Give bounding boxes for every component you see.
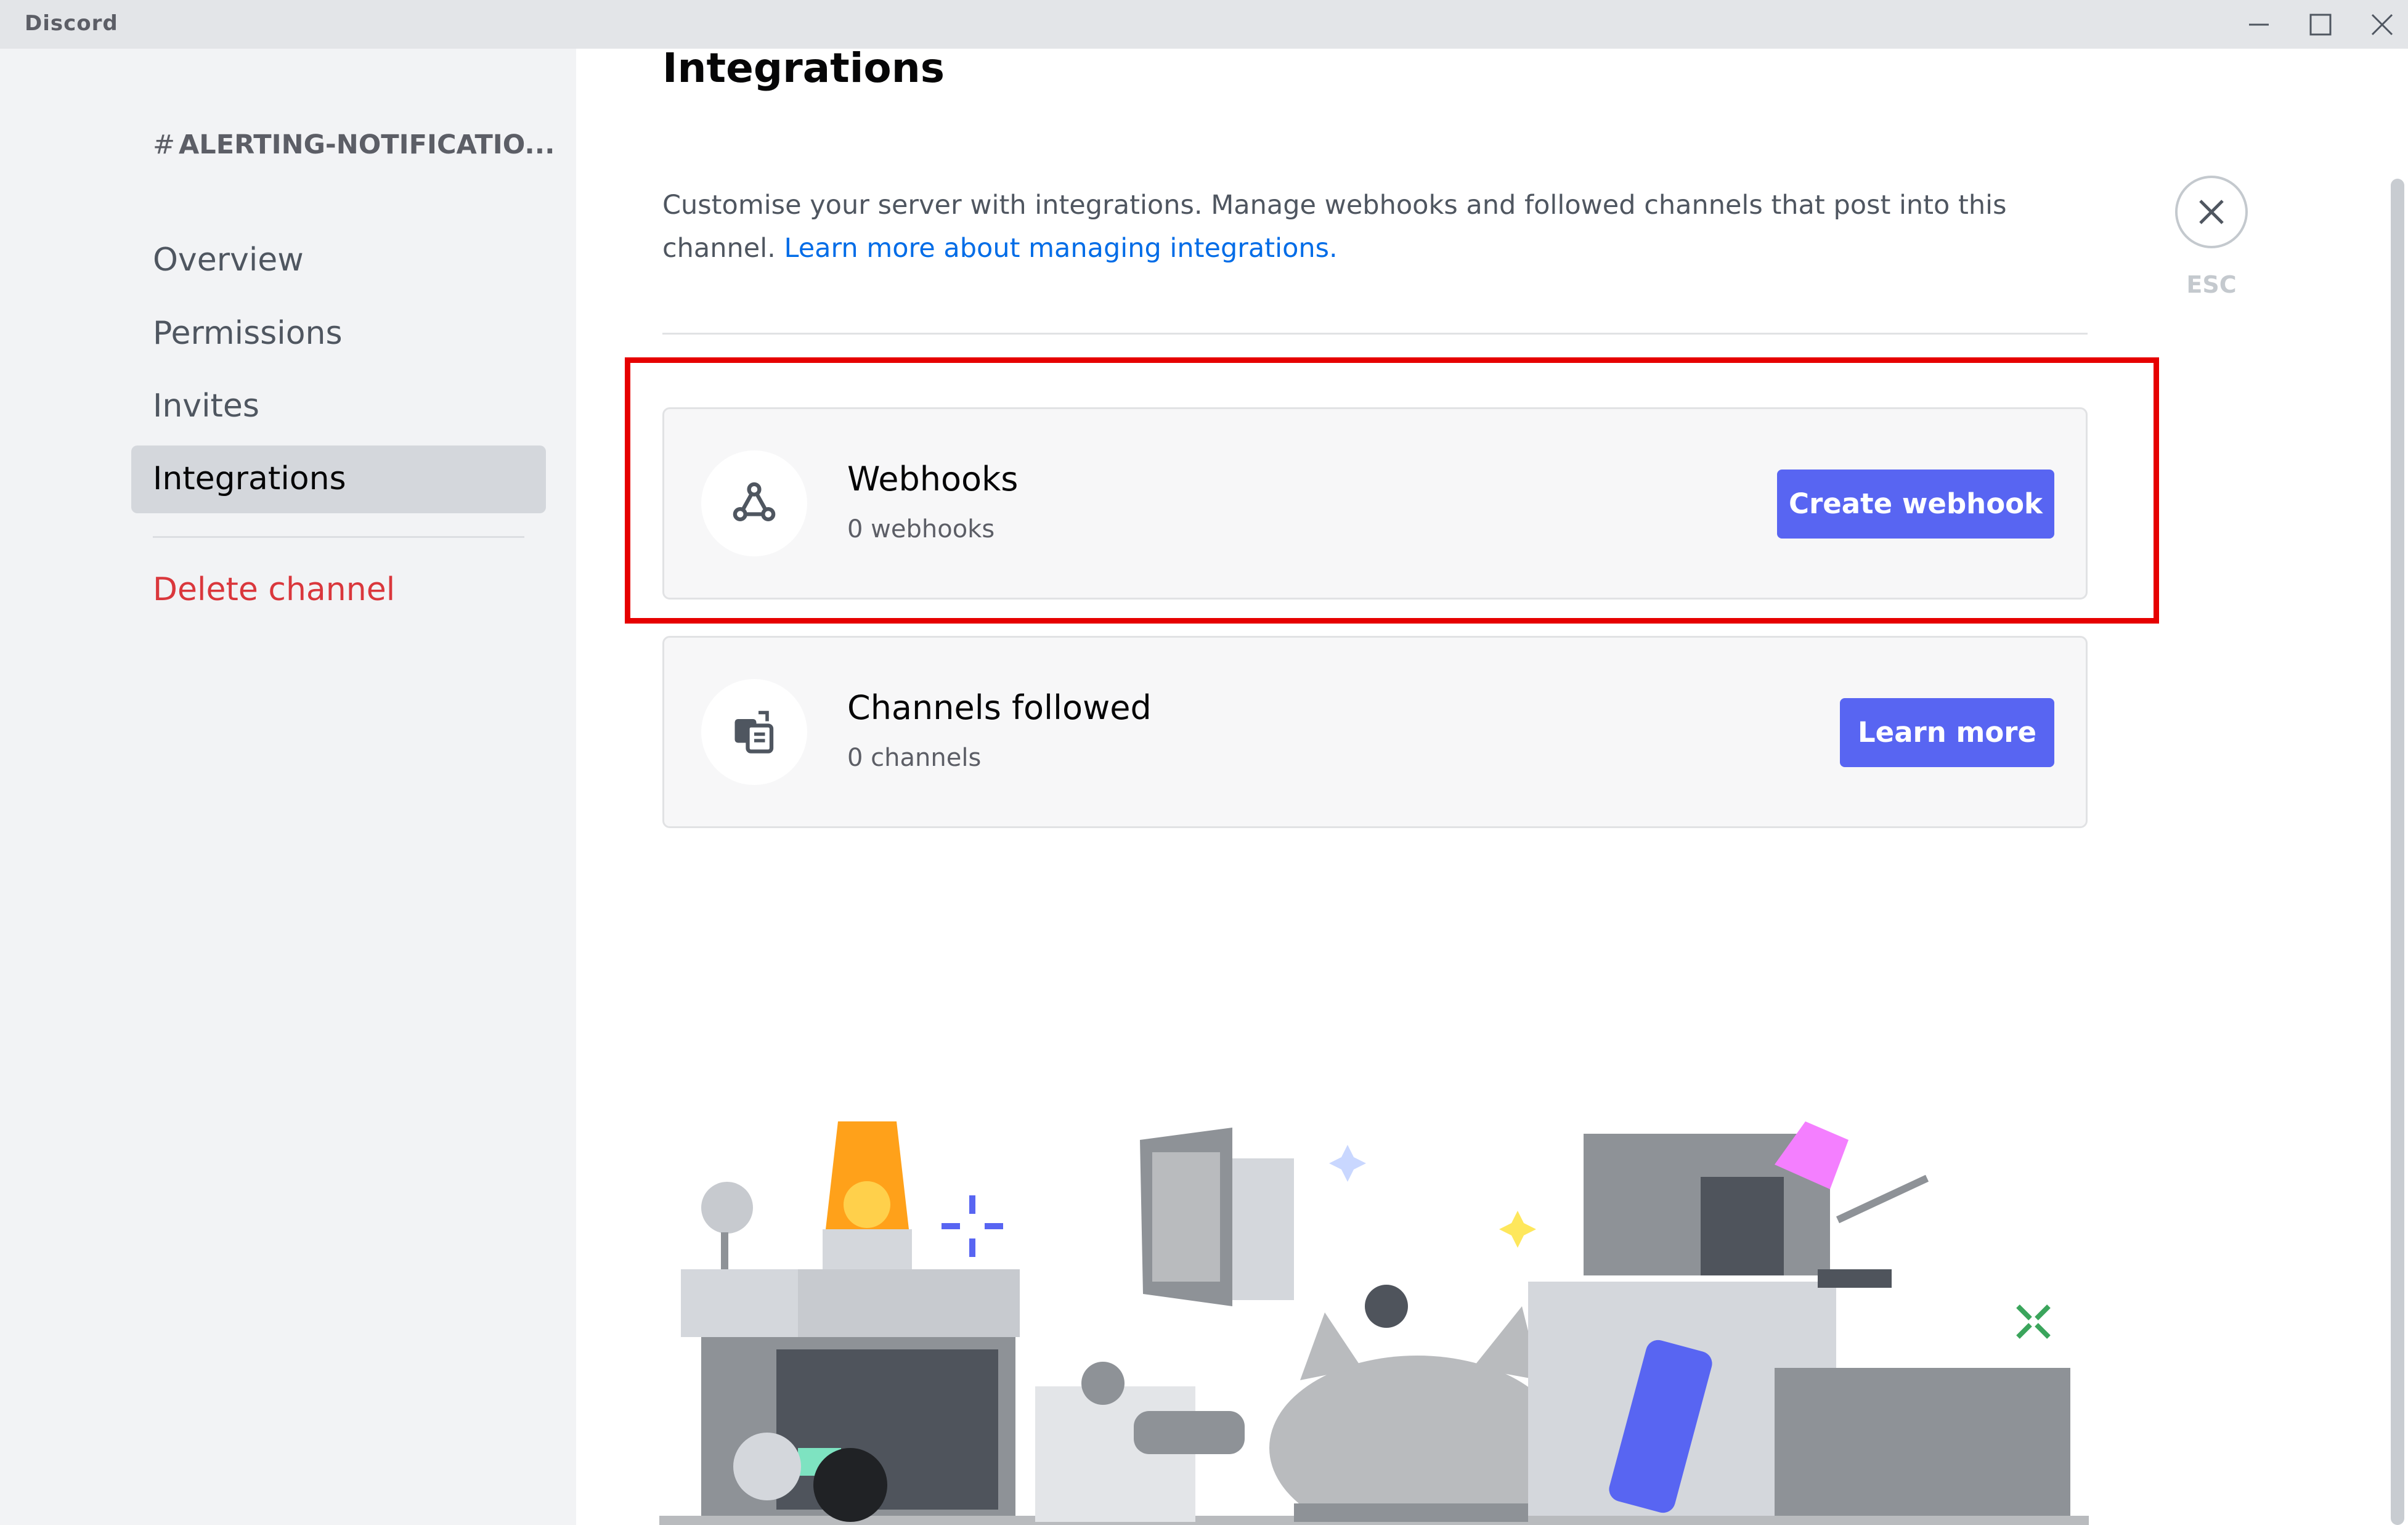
learn-more-button[interactable]: Learn more [1840,698,2054,767]
sidebar-item-label: Overview [153,242,304,279]
sidebar-item-permissions[interactable]: Permissions [131,300,546,368]
card-title: Channels followed [847,688,1152,727]
scrollbar-thumb[interactable] [2391,179,2404,1525]
sidebar-item-label: Invites [153,388,259,425]
channel-header: # ALERTING-NOTIFICATIO... [153,129,555,160]
webhook-icon [733,482,776,522]
webhook-icon-container [701,450,807,556]
integrations-illustration [659,1121,2089,1525]
webhooks-card: Webhooks 0 webhooks Create webhook [662,407,2088,600]
minimize-icon [2249,23,2269,26]
card-subtitle: 0 webhooks [847,515,995,543]
sidebar-item-label: Delete channel [153,571,396,608]
channel-name: ALERTING-NOTIFICATIO... [179,129,555,160]
create-webhook-button[interactable]: Create webhook [1777,470,2054,539]
sidebar-item-label: Integrations [153,460,346,497]
close-icon [2371,14,2393,36]
sidebar-item-overview[interactable]: Overview [131,227,546,295]
app-title: Discord [25,11,118,36]
sidebar-item-label: Permissions [153,315,343,352]
learn-more-integrations-link[interactable]: Learn more about managing integrations. [784,227,1338,270]
sidebar-item-invites[interactable]: Invites [131,373,546,441]
maximize-button[interactable] [2290,0,2351,49]
hash-icon: # [153,129,176,160]
minimize-button[interactable] [2228,0,2290,49]
channel-follow-icon [734,710,774,754]
page-description: Customise your server with integrations.… [662,184,2098,270]
sidebar-item-delete-channel[interactable]: Delete channel [131,556,546,624]
channel-follow-icon-container [701,679,807,785]
maximize-icon [2309,14,2332,36]
page-title: Integrations [662,44,945,92]
channels-followed-card: Channels followed 0 channels Learn more [662,636,2088,828]
card-subtitle: 0 channels [847,744,982,772]
content-divider [662,333,2088,335]
window-close-button[interactable] [2351,0,2408,49]
sidebar-divider [153,536,524,538]
title-bar: Discord [0,0,2408,49]
sidebar-item-integrations[interactable]: Integrations [131,445,546,513]
close-icon [2199,200,2224,224]
card-title: Webhooks [847,460,1019,498]
close-settings-button[interactable] [2175,176,2248,248]
esc-label: ESC [2186,271,2237,298]
